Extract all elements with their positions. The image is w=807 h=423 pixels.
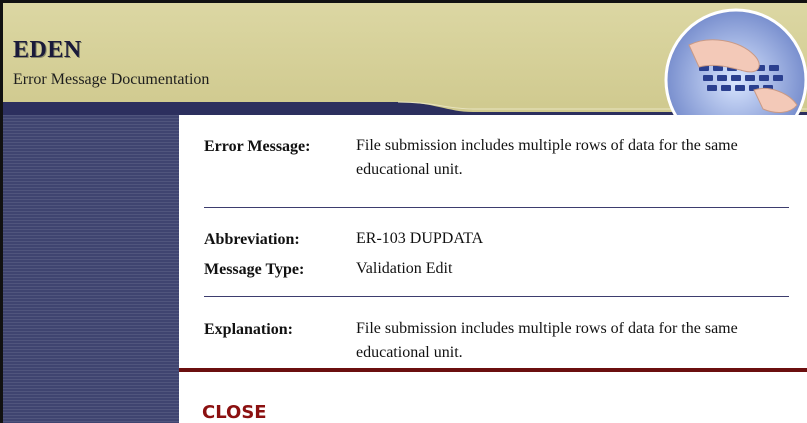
error-message-label: Error Message: [204,138,311,155]
window-frame: EDEN Error Message Documentation Error M… [0,0,807,423]
app-subtitle: Error Message Documentation [13,71,210,88]
header-banner: EDEN Error Message Documentation [3,3,807,115]
section-divider-bar [179,368,807,372]
explanation-label: Explanation: [204,321,293,338]
keyboard-photo-icon [664,8,807,115]
sidebar-panel [3,115,179,423]
divider [204,296,789,297]
abbreviation-value: ER-103 DUPDATA [356,230,484,247]
close-button[interactable]: CLOSE [202,402,267,423]
divider [204,207,789,208]
error-message-value: File submission includes multiple rows o… [356,137,738,178]
abbreviation-label: Abbreviation: [204,231,300,248]
message-type-value: Validation Edit [356,260,453,277]
explanation-value: File submission includes multiple rows o… [356,320,738,361]
message-type-label: Message Type: [204,261,305,278]
app-title: EDEN [13,37,82,63]
content-panel: Error Message: File submission includes … [179,115,807,423]
